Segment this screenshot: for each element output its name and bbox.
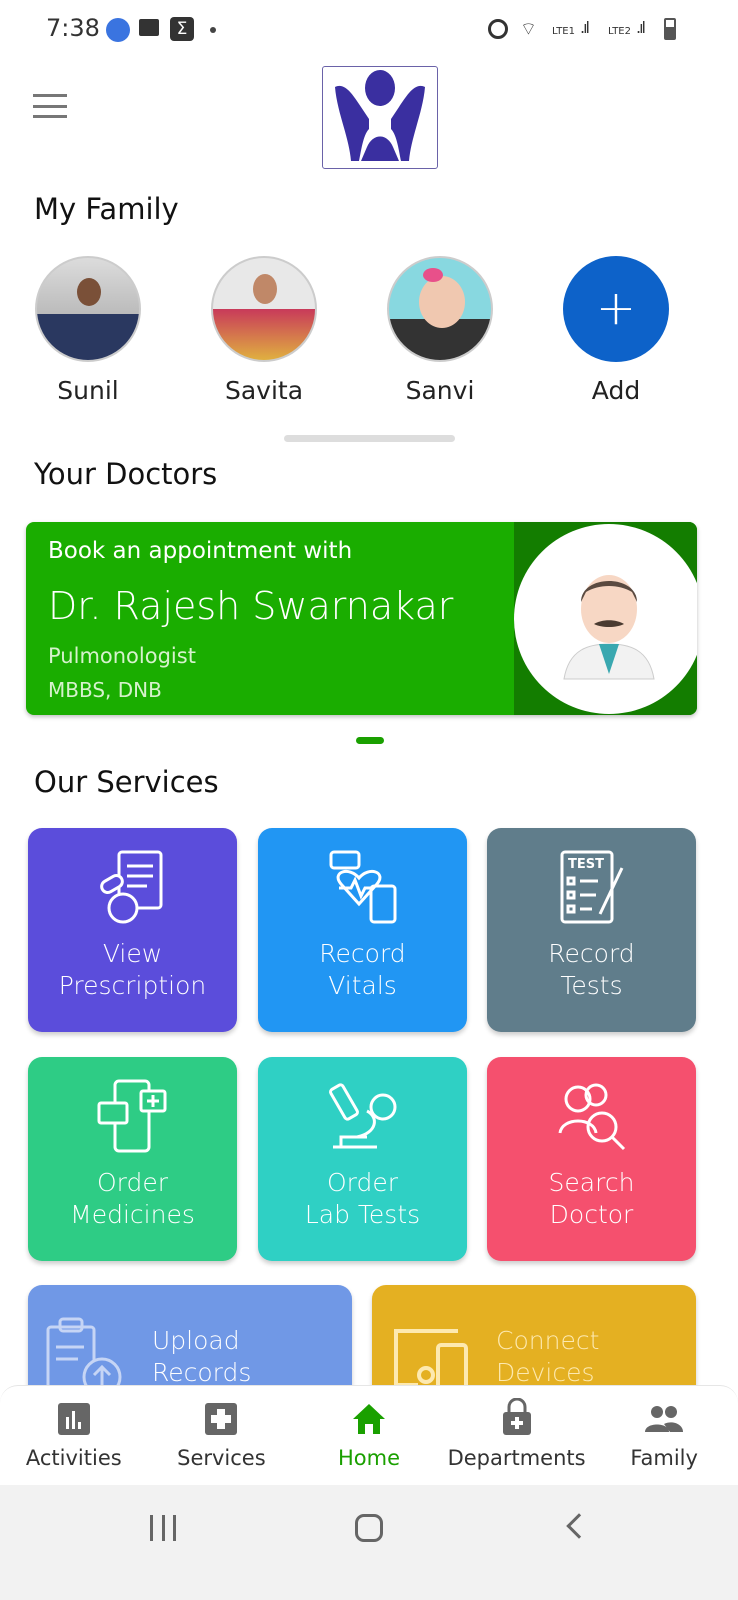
- svg-text:TEST: TEST: [568, 857, 604, 872]
- add-family-member-button[interactable]: + Add: [546, 256, 686, 405]
- sigma-icon: Σ: [170, 17, 194, 41]
- family-member-savita[interactable]: Savita: [194, 256, 334, 405]
- tile-label-line2: Tests: [560, 971, 623, 1000]
- tile-label-line1: Order: [96, 1168, 169, 1197]
- nav-departments[interactable]: Departments: [443, 1386, 591, 1485]
- record-vitals-tile[interactable]: Record Vitals: [258, 828, 467, 1032]
- search-doctor-tile[interactable]: Search Doctor: [487, 1057, 696, 1261]
- medical-cross-icon: [205, 1403, 238, 1435]
- avatar: [35, 256, 141, 362]
- avatar: [387, 256, 493, 362]
- status-bar: 7:38 Σ ⌔ LTE1 .ıl LTE2 .ıl: [0, 0, 738, 58]
- nav-label: Home: [337, 1446, 400, 1470]
- my-family-title: My Family: [34, 192, 179, 226]
- family-member-sunil[interactable]: Sunil: [18, 256, 158, 405]
- tile-label-line1: Record: [548, 939, 635, 968]
- tile-label-line2: Doctor: [549, 1200, 634, 1229]
- nav-label: Family: [630, 1446, 698, 1470]
- dot-icon: [210, 27, 216, 33]
- phone-medicine-icon: [97, 1079, 166, 1153]
- doctor-carousel-indicator: [356, 737, 384, 744]
- doctor-degrees: MBBS, DNB: [48, 678, 162, 702]
- signal-icon: .ıl: [636, 18, 646, 37]
- family-scroll-indicator: [284, 435, 455, 442]
- member-name: Savita: [224, 376, 304, 405]
- our-services-title: Our Services: [34, 765, 219, 799]
- app-header: [0, 58, 738, 178]
- lock-plus-icon: [502, 1397, 531, 1435]
- view-prescription-tile[interactable]: View Prescription: [28, 828, 237, 1032]
- doctor-specialty: Pulmonologist: [48, 644, 196, 668]
- test-clipboard-icon: TEST: [560, 850, 623, 924]
- recent-apps-button[interactable]: [150, 1515, 176, 1541]
- tile-label-line2: Vitals: [328, 971, 397, 1000]
- avatar: [211, 256, 317, 362]
- member-name: Sanvi: [405, 376, 475, 405]
- family-member-sanvi[interactable]: Sanvi: [370, 256, 510, 405]
- nav-services[interactable]: Services: [148, 1386, 296, 1485]
- hamburger-icon[interactable]: [33, 94, 67, 118]
- signal-icon: .ıl: [580, 18, 590, 37]
- your-doctors-title: Your Doctors: [34, 457, 218, 491]
- card-intro: Book an appointment with: [48, 538, 353, 564]
- member-name: Sunil: [57, 376, 119, 405]
- tile-label-line1: View: [102, 939, 163, 968]
- nav-home[interactable]: Home: [295, 1386, 443, 1485]
- lte1-label: LTE1: [552, 26, 575, 37]
- nav-label: Departments: [447, 1446, 586, 1470]
- home-icon: [352, 1404, 385, 1434]
- doctor-name: Dr. Rajesh Swarnakar: [48, 584, 454, 628]
- app-notification-icon: [106, 18, 130, 42]
- order-medicines-tile[interactable]: Order Medicines: [28, 1057, 237, 1261]
- tile-label-line1: Record: [319, 939, 406, 968]
- doctor-avatar: [514, 524, 697, 714]
- order-lab-tests-tile[interactable]: Order Lab Tests: [258, 1057, 467, 1261]
- battery-icon: [664, 18, 676, 40]
- doctor-appointment-card[interactable]: Book an appointment with Dr. Rajesh Swar…: [26, 522, 697, 715]
- add-label: Add: [591, 376, 641, 405]
- back-button[interactable]: [566, 1513, 592, 1539]
- tile-label-line1: Order: [326, 1168, 399, 1197]
- lte2-label: LTE2: [608, 26, 631, 37]
- tile-label-line1: Search: [548, 1168, 635, 1197]
- nav-label: Services: [177, 1446, 266, 1470]
- upload-records-icon: [46, 1317, 122, 1395]
- tile-label-line2: Prescription: [58, 971, 207, 1000]
- chart-icon: [57, 1403, 90, 1435]
- tile-label-line1: Upload: [152, 1326, 240, 1355]
- prescription-icon: [99, 850, 162, 924]
- nav-family[interactable]: Family: [590, 1386, 738, 1485]
- hospital-logo: [322, 66, 438, 169]
- status-time: 7:38: [46, 14, 100, 42]
- tile-label-line2: Lab Tests: [304, 1200, 421, 1229]
- record-tests-tile[interactable]: TEST Record Tests: [487, 828, 696, 1032]
- bottom-navigation: Activities Services Home Departments Fam…: [0, 1385, 738, 1485]
- alarm-icon: [488, 19, 508, 39]
- nav-label: Activities: [25, 1446, 122, 1470]
- people-icon: [645, 1406, 684, 1432]
- search-doctor-icon: [558, 1083, 625, 1151]
- tile-label-line2: Medicines: [70, 1200, 195, 1229]
- nav-activities[interactable]: Activities: [0, 1386, 148, 1485]
- message-icon: [139, 19, 159, 36]
- system-navigation-bar: [0, 1485, 738, 1600]
- microscope-icon: [328, 1083, 396, 1149]
- home-system-button[interactable]: [355, 1514, 383, 1542]
- plus-icon: +: [563, 256, 669, 362]
- vitals-icon: [329, 850, 396, 924]
- wifi-icon: ⌔: [520, 19, 537, 40]
- tile-label-line1: Connect: [496, 1326, 600, 1355]
